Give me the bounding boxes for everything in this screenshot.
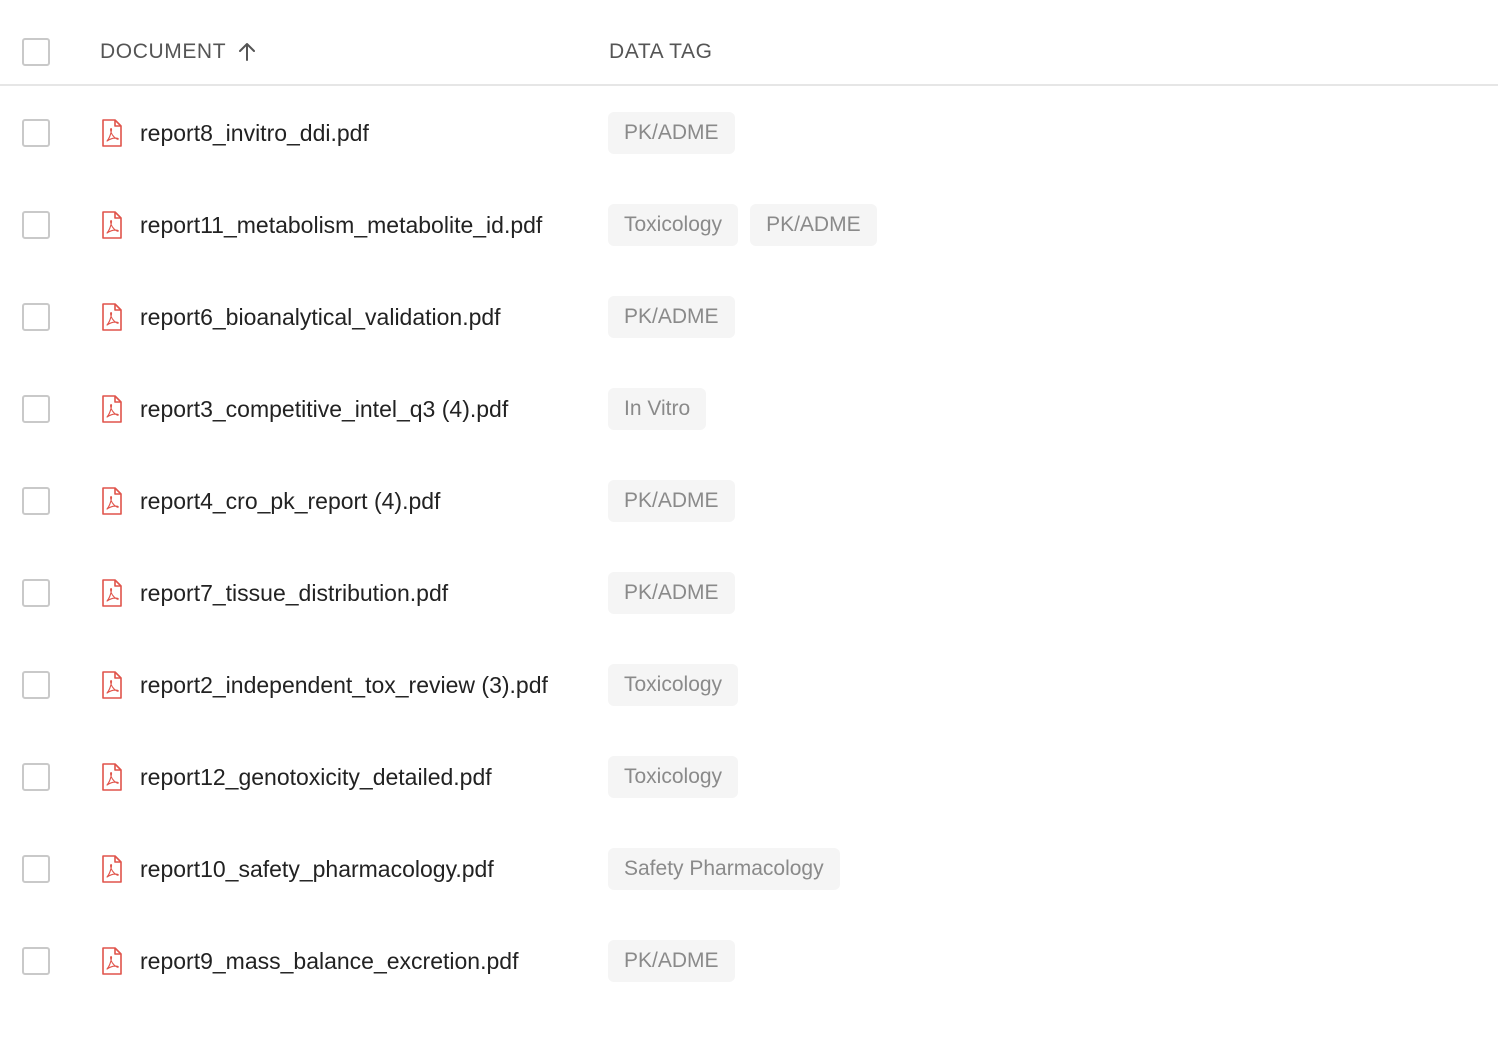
pdf-file-icon — [100, 579, 124, 607]
data-tag-badge: PK/ADME — [608, 572, 735, 614]
data-tag-cell: In Vitro — [608, 388, 707, 430]
document-cell: report7_tissue_distribution.pdf — [100, 572, 448, 614]
data-tag-cell: PK/ADME — [608, 112, 735, 154]
data-tag-cell: Toxicology — [608, 664, 739, 706]
pdf-file-icon — [100, 487, 124, 515]
pdf-file-icon — [100, 855, 124, 883]
data-tag-badge: Toxicology — [608, 756, 739, 798]
select-all-checkbox[interactable] — [22, 38, 50, 66]
arrow-up-icon[interactable] — [238, 42, 256, 62]
document-name-link[interactable]: report12_genotoxicity_detailed.pdf — [140, 764, 492, 791]
document-cell: report4_cro_pk_report (4).pdf — [100, 480, 440, 522]
data-tag-badge: In Vitro — [608, 388, 707, 430]
table-row[interactable]: report10_safety_pharmacology.pdf Safety … — [0, 822, 1498, 914]
document-name-link[interactable]: report7_tissue_distribution.pdf — [140, 580, 448, 607]
document-cell: report2_independent_tox_review (3).pdf — [100, 664, 548, 706]
document-column-label: DOCUMENT — [100, 40, 227, 63]
row-checkbox[interactable] — [22, 671, 50, 699]
table-row[interactable]: report3_competitive_intel_q3 (4).pdf In … — [0, 362, 1498, 454]
document-name-link[interactable]: report8_invitro_ddi.pdf — [140, 120, 369, 147]
table-header: DOCUMENT DATA TAG — [0, 0, 1498, 86]
pdf-file-icon — [100, 763, 124, 791]
row-checkbox[interactable] — [22, 303, 50, 331]
data-tag-badge: PK/ADME — [608, 480, 735, 522]
row-checkbox[interactable] — [22, 119, 50, 147]
document-cell: report8_invitro_ddi.pdf — [100, 112, 369, 154]
row-checkbox[interactable] — [22, 855, 50, 883]
data-tag-badge: PK/ADME — [608, 296, 735, 338]
data-tag-column-label: DATA TAG — [609, 40, 713, 63]
row-checkbox[interactable] — [22, 947, 50, 975]
data-tag-badge: PK/ADME — [608, 940, 735, 982]
documents-table: DOCUMENT DATA TAG report8_invitro_ddi.pd… — [0, 0, 1498, 1006]
table-row[interactable]: report7_tissue_distribution.pdf PK/ADME — [0, 546, 1498, 638]
row-checkbox[interactable] — [22, 579, 50, 607]
table-row[interactable]: report11_metabolism_metabolite_id.pdf To… — [0, 178, 1498, 270]
table-row[interactable]: report8_invitro_ddi.pdf PK/ADME — [0, 86, 1498, 178]
pdf-file-icon — [100, 211, 124, 239]
data-tag-column-header: DATA TAG — [609, 38, 713, 66]
table-row[interactable]: report12_genotoxicity_detailed.pdf Toxic… — [0, 730, 1498, 822]
document-cell: report6_bioanalytical_validation.pdf — [100, 296, 501, 338]
data-tag-cell: PK/ADME — [608, 480, 735, 522]
document-name-link[interactable]: report4_cro_pk_report (4).pdf — [140, 488, 440, 515]
table-row[interactable]: report2_independent_tox_review (3).pdf T… — [0, 638, 1498, 730]
table-row[interactable]: report6_bioanalytical_validation.pdf PK/… — [0, 270, 1498, 362]
data-tag-badge: Safety Pharmacology — [608, 848, 840, 890]
row-checkbox[interactable] — [22, 211, 50, 239]
pdf-file-icon — [100, 119, 124, 147]
document-column-header[interactable]: DOCUMENT — [100, 38, 256, 66]
pdf-file-icon — [100, 671, 124, 699]
document-name-link[interactable]: report10_safety_pharmacology.pdf — [140, 856, 494, 883]
data-tag-badge: Toxicology — [608, 664, 739, 706]
document-name-link[interactable]: report9_mass_balance_excretion.pdf — [140, 948, 518, 975]
document-cell: report10_safety_pharmacology.pdf — [100, 848, 494, 890]
document-name-link[interactable]: report6_bioanalytical_validation.pdf — [140, 304, 501, 331]
document-name-link[interactable]: report3_competitive_intel_q3 (4).pdf — [140, 396, 508, 423]
data-tag-badge: Toxicology — [608, 204, 739, 246]
data-tag-cell: PK/ADME — [608, 296, 735, 338]
pdf-file-icon — [100, 395, 124, 423]
document-cell: report12_genotoxicity_detailed.pdf — [100, 756, 492, 798]
pdf-file-icon — [100, 303, 124, 331]
document-cell: report11_metabolism_metabolite_id.pdf — [100, 204, 542, 246]
row-checkbox[interactable] — [22, 487, 50, 515]
pdf-file-icon — [100, 947, 124, 975]
data-tag-cell: PK/ADME — [608, 940, 735, 982]
row-checkbox[interactable] — [22, 395, 50, 423]
document-cell: report9_mass_balance_excretion.pdf — [100, 940, 518, 982]
data-tag-cell: Toxicology — [608, 756, 739, 798]
data-tag-badge: PK/ADME — [750, 204, 877, 246]
row-checkbox[interactable] — [22, 763, 50, 791]
data-tag-cell: Safety Pharmacology — [608, 848, 840, 890]
document-name-link[interactable]: report11_metabolism_metabolite_id.pdf — [140, 212, 542, 239]
table-row[interactable]: report9_mass_balance_excretion.pdf PK/AD… — [0, 914, 1498, 1006]
data-tag-badge: PK/ADME — [608, 112, 735, 154]
table-body: report8_invitro_ddi.pdf PK/ADME report11… — [0, 86, 1498, 1006]
data-tag-cell: Toxicology PK/ADME — [608, 204, 877, 246]
data-tag-cell: PK/ADME — [608, 572, 735, 614]
table-row[interactable]: report4_cro_pk_report (4).pdf PK/ADME — [0, 454, 1498, 546]
document-name-link[interactable]: report2_independent_tox_review (3).pdf — [140, 672, 548, 699]
document-cell: report3_competitive_intel_q3 (4).pdf — [100, 388, 508, 430]
